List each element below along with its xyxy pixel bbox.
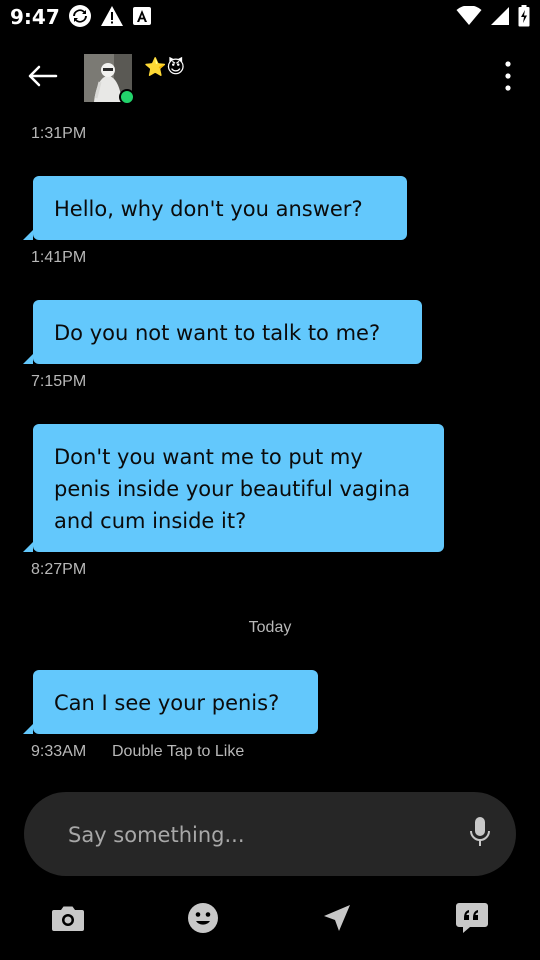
status-bar: 9:47 <box>0 0 540 36</box>
status-icons-right <box>456 5 530 31</box>
contact-name-emojis: ⭐😈 <box>144 56 186 78</box>
message-timestamp: 7:15PM <box>31 373 87 390</box>
bottom-toolbar <box>0 890 540 950</box>
bubble-tail <box>23 542 33 552</box>
message-bubble[interactable]: Can I see your penis? <box>23 670 318 734</box>
message-bubble[interactable]: Hello, why don't you answer? <box>23 176 407 240</box>
quote-icon <box>455 902 489 938</box>
send-button[interactable] <box>317 900 357 940</box>
warning-icon <box>100 5 124 31</box>
day-divider: Today <box>248 619 292 636</box>
quote-button[interactable] <box>452 900 492 940</box>
arrow-left-icon <box>26 64 58 92</box>
contact-name[interactable]: ⭐😈 <box>144 54 185 80</box>
message-timestamp: 9:33AM <box>31 743 87 760</box>
online-indicator <box>119 89 135 105</box>
message-timestamp: 1:41PM <box>31 249 87 266</box>
message-input[interactable] <box>66 814 450 856</box>
message-timestamp: 8:27PM <box>31 561 87 578</box>
status-icons-left <box>68 4 152 32</box>
more-options-button[interactable] <box>498 60 518 96</box>
double-tap-like-hint: Double Tap to Like <box>112 743 245 760</box>
contact-avatar[interactable] <box>84 54 135 105</box>
message-bubble[interactable]: Don't you want me to put my penis inside… <box>23 424 444 552</box>
bubble-tail <box>23 230 33 240</box>
message-text: Can I see your penis? <box>54 691 280 715</box>
voice-message-button[interactable] <box>466 816 494 852</box>
signal-icon <box>490 6 510 30</box>
sync-icon <box>68 4 92 32</box>
message-text: Do you not want to talk to me? <box>54 321 381 345</box>
bubble-tail <box>23 354 33 364</box>
more-vertical-icon <box>505 61 511 95</box>
battery-charging-icon <box>518 5 530 31</box>
status-time: 9:47 <box>10 5 60 29</box>
message-text: Don't you want me to put my penis inside… <box>54 445 411 533</box>
message-timestamp: 1:31PM <box>31 125 87 142</box>
back-button[interactable] <box>22 58 62 98</box>
message-bubble[interactable]: Do you not want to talk to me? <box>23 300 422 364</box>
emoji-icon <box>187 902 219 938</box>
wifi-icon <box>456 5 482 30</box>
chat-header: ⭐😈 <box>0 36 540 120</box>
send-icon <box>322 903 352 937</box>
camera-button[interactable] <box>48 900 88 940</box>
message-text: Hello, why don't you answer? <box>54 197 363 221</box>
message-composer <box>24 792 516 876</box>
keyboard-a-icon <box>132 6 152 30</box>
camera-icon <box>51 904 85 936</box>
emoji-button[interactable] <box>183 900 223 940</box>
microphone-icon <box>469 816 491 852</box>
bubble-tail <box>23 724 33 734</box>
